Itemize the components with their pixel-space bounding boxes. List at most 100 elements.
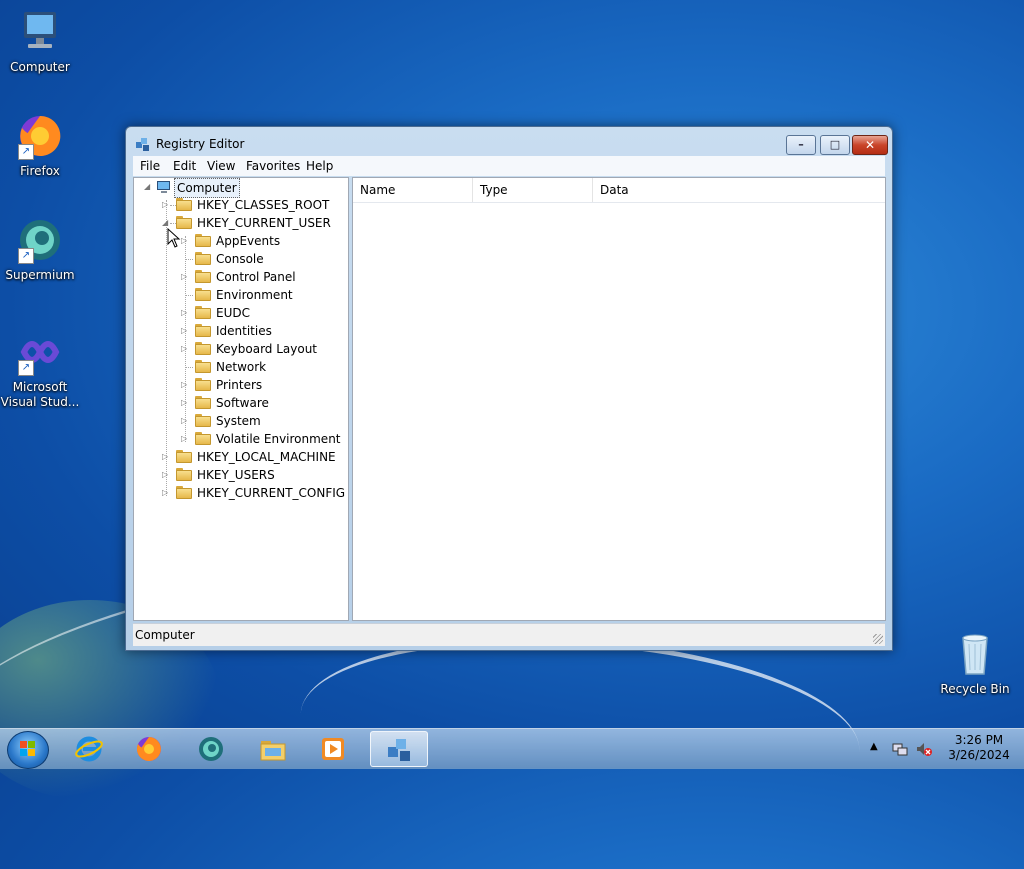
expand-arrow-icon[interactable]: ▷ bbox=[181, 309, 189, 317]
taskbar-supermium[interactable] bbox=[184, 731, 238, 767]
column-header-name[interactable]: Name bbox=[353, 178, 473, 202]
expand-arrow-icon[interactable]: ▷ bbox=[181, 237, 189, 245]
volume-muted-icon[interactable] bbox=[916, 741, 932, 757]
tree-label: Volatile Environment bbox=[216, 432, 341, 446]
folder-icon bbox=[259, 735, 287, 763]
folder-icon bbox=[195, 360, 211, 373]
folder-icon bbox=[176, 468, 192, 481]
collapse-arrow-icon[interactable]: ◢ bbox=[162, 219, 170, 227]
expand-arrow-icon[interactable]: ▷ bbox=[162, 489, 170, 497]
maximize-icon: □ bbox=[829, 138, 841, 151]
media-player-icon bbox=[319, 735, 347, 763]
expand-arrow-icon[interactable]: ▷ bbox=[181, 273, 189, 281]
expand-arrow-icon[interactable]: ▷ bbox=[181, 435, 189, 443]
expand-arrow-icon[interactable]: ▷ bbox=[162, 471, 170, 479]
collapse-arrow-icon[interactable]: ◢ bbox=[144, 183, 152, 191]
menu-view[interactable]: View bbox=[207, 159, 235, 173]
tree-label: HKEY_USERS bbox=[197, 468, 275, 482]
expand-arrow-icon[interactable]: ▷ bbox=[162, 201, 170, 209]
expand-arrow-icon[interactable]: ▷ bbox=[181, 417, 189, 425]
taskbar-media-player[interactable] bbox=[306, 731, 360, 767]
taskbar-firefox[interactable] bbox=[122, 731, 176, 767]
system-tray: ▲ 3:26 PM 3/26/2024 bbox=[866, 729, 1024, 769]
folder-icon bbox=[176, 198, 192, 211]
desktop-icon-firefox[interactable]: ↗ Firefox bbox=[0, 112, 80, 179]
window-title: Registry Editor bbox=[156, 137, 245, 151]
system-clock[interactable]: 3:26 PM 3/26/2024 bbox=[946, 733, 1012, 763]
desktop-icon-label: Microsoft Visual Stud... bbox=[0, 380, 80, 409]
folder-icon bbox=[195, 414, 211, 427]
desktop-icon-computer[interactable]: Computer bbox=[0, 8, 80, 75]
expand-arrow-icon[interactable]: ▷ bbox=[181, 327, 189, 335]
close-button[interactable]: ✕ bbox=[852, 135, 888, 155]
menu-bar: File Edit View Favorites Help bbox=[133, 156, 885, 176]
minimize-icon: – bbox=[798, 138, 804, 151]
tree-line bbox=[185, 236, 186, 442]
tree-label: Software bbox=[216, 396, 269, 410]
title-bar[interactable]: Registry Editor – □ ✕ bbox=[126, 127, 892, 159]
folder-icon bbox=[195, 378, 211, 391]
supermium-icon: ↗ bbox=[16, 216, 64, 264]
tree-label: System bbox=[216, 414, 261, 428]
tree-label: AppEvents bbox=[216, 234, 281, 248]
desktop-icon-label: Recycle Bin bbox=[940, 682, 1010, 696]
clock-time: 3:26 PM bbox=[954, 733, 1004, 747]
expand-arrow-icon[interactable]: ▷ bbox=[181, 399, 189, 407]
registry-editor-icon bbox=[386, 736, 414, 764]
folder-icon bbox=[195, 270, 211, 283]
tree-label: Keyboard Layout bbox=[216, 342, 318, 356]
status-path: Computer bbox=[135, 628, 195, 642]
shortcut-arrow-icon: ↗ bbox=[18, 248, 34, 264]
minimize-button[interactable]: – bbox=[786, 135, 816, 155]
taskbar-internet-explorer[interactable] bbox=[62, 731, 116, 767]
desktop-icon-recycle-bin[interactable]: Recycle Bin bbox=[935, 630, 1015, 697]
taskbar-registry-editor[interactable] bbox=[370, 731, 428, 767]
menu-help[interactable]: Help bbox=[306, 159, 333, 173]
tree-label: EUDC bbox=[216, 306, 250, 320]
folder-icon bbox=[195, 324, 211, 337]
registry-editor-icon bbox=[135, 136, 151, 152]
menu-favorites[interactable]: Favorites bbox=[246, 159, 300, 173]
computer-icon bbox=[16, 8, 64, 56]
folder-icon bbox=[195, 252, 211, 265]
visual-studio-icon: ↗ bbox=[16, 328, 64, 376]
folder-icon bbox=[195, 432, 211, 445]
menu-edit[interactable]: Edit bbox=[173, 159, 196, 173]
mouse-cursor-icon bbox=[167, 227, 181, 248]
network-icon[interactable] bbox=[892, 741, 908, 757]
start-button[interactable] bbox=[7, 731, 49, 769]
folder-icon bbox=[176, 450, 192, 463]
menu-file[interactable]: File bbox=[140, 159, 160, 173]
firefox-icon bbox=[135, 735, 163, 763]
close-icon: ✕ bbox=[864, 138, 876, 152]
resize-grip-icon[interactable] bbox=[873, 634, 883, 644]
tree-label: Console bbox=[216, 252, 264, 266]
key-tree-pane[interactable]: ◢ Computer ▷ HKEY_CLASSES_ROOT ◢ HKEY_CU… bbox=[133, 177, 349, 621]
values-list-pane[interactable]: Name Type Data bbox=[352, 177, 886, 621]
desktop-icon-visual-studio[interactable]: ↗ Microsoft Visual Stud... bbox=[0, 328, 80, 410]
desktop-icon-supermium[interactable]: ↗ Supermium bbox=[0, 216, 80, 283]
taskbar-file-explorer[interactable] bbox=[246, 731, 300, 767]
desktop-icon-label: Computer bbox=[10, 60, 70, 74]
registry-editor-window[interactable]: Registry Editor – □ ✕ File Edit View Fav… bbox=[125, 126, 893, 651]
tree-label: HKEY_CURRENT_CONFIG bbox=[197, 486, 346, 500]
desktop-icon-label: Supermium bbox=[5, 268, 75, 282]
column-header-data[interactable]: Data bbox=[593, 178, 885, 202]
column-header-row: Name Type Data bbox=[353, 178, 885, 203]
expand-arrow-icon[interactable]: ▷ bbox=[162, 453, 170, 461]
maximize-button[interactable]: □ bbox=[820, 135, 850, 155]
folder-icon bbox=[195, 306, 211, 319]
recycle-bin-icon bbox=[951, 630, 999, 678]
firefox-icon: ↗ bbox=[16, 112, 64, 160]
tree-label: HKEY_LOCAL_MACHINE bbox=[197, 450, 336, 464]
expand-arrow-icon[interactable]: ▷ bbox=[181, 381, 189, 389]
supermium-icon bbox=[197, 735, 225, 763]
folder-icon bbox=[195, 234, 211, 247]
show-hidden-icons-chevron-icon[interactable]: ▲ bbox=[870, 741, 878, 752]
folder-icon bbox=[176, 486, 192, 499]
tree-label: Computer bbox=[174, 178, 240, 198]
status-bar: Computer bbox=[133, 623, 885, 646]
column-header-type[interactable]: Type bbox=[473, 178, 593, 202]
expand-arrow-icon[interactable]: ▷ bbox=[181, 345, 189, 353]
computer-icon bbox=[156, 179, 172, 195]
